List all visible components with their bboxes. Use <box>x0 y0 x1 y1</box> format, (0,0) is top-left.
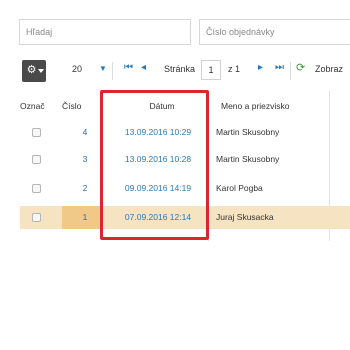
refresh-icon[interactable]: ⟳ <box>296 61 305 74</box>
header-select[interactable]: Označ <box>20 91 45 121</box>
next-page-icon[interactable]: ▸ <box>258 62 263 73</box>
prev-page-icon[interactable]: ◂ <box>141 62 146 73</box>
customer-name: Martin Skusobny <box>216 127 280 137</box>
row-checkbox[interactable] <box>32 213 41 222</box>
header-number[interactable]: Číslo <box>62 91 81 121</box>
last-page-icon[interactable]: ⏭ <box>275 62 284 73</box>
order-number-input[interactable]: Číslo objednávky <box>199 19 350 45</box>
page-number-input[interactable]: 1 <box>201 60 221 80</box>
order-number: 4 <box>82 127 88 137</box>
search-input[interactable]: Hľadaj <box>19 19 191 45</box>
customer-name: Martin Skusobny <box>216 154 280 164</box>
caret-down-icon <box>38 69 44 73</box>
row-checkbox[interactable] <box>32 184 41 193</box>
first-page-icon[interactable]: ⏮ <box>124 62 133 73</box>
page-label: Stránka <box>164 64 196 74</box>
actions-menu-button[interactable]: ⚙ <box>22 60 46 82</box>
date-column-highlight <box>100 90 209 240</box>
gear-icon: ⚙ <box>26 64 37 76</box>
header-name[interactable]: Meno a priezvisko <box>221 91 290 121</box>
toolbar-separator <box>290 62 291 80</box>
order-number: 1 <box>82 212 88 222</box>
order-number: 2 <box>82 183 88 193</box>
order-number: 3 <box>82 154 88 164</box>
page-total: z 1 <box>228 64 241 74</box>
customer-name: Juraj Skusacka <box>216 212 274 222</box>
page-size-value[interactable]: 20 <box>72 64 82 74</box>
page-size-dropdown-icon[interactable]: ▼ <box>99 64 107 73</box>
row-checkbox[interactable] <box>32 155 41 164</box>
grid-toolbar: ⚙ 20 ▼ ⏮ ◂ Stránka 1 z 1 ▸ ⏭ ⟳ Zobraz <box>0 58 350 84</box>
toolbar-separator <box>112 62 113 80</box>
row-checkbox[interactable] <box>32 128 41 137</box>
show-button[interactable]: Zobraz <box>315 64 343 74</box>
customer-name: Karol Pogba <box>216 183 263 193</box>
